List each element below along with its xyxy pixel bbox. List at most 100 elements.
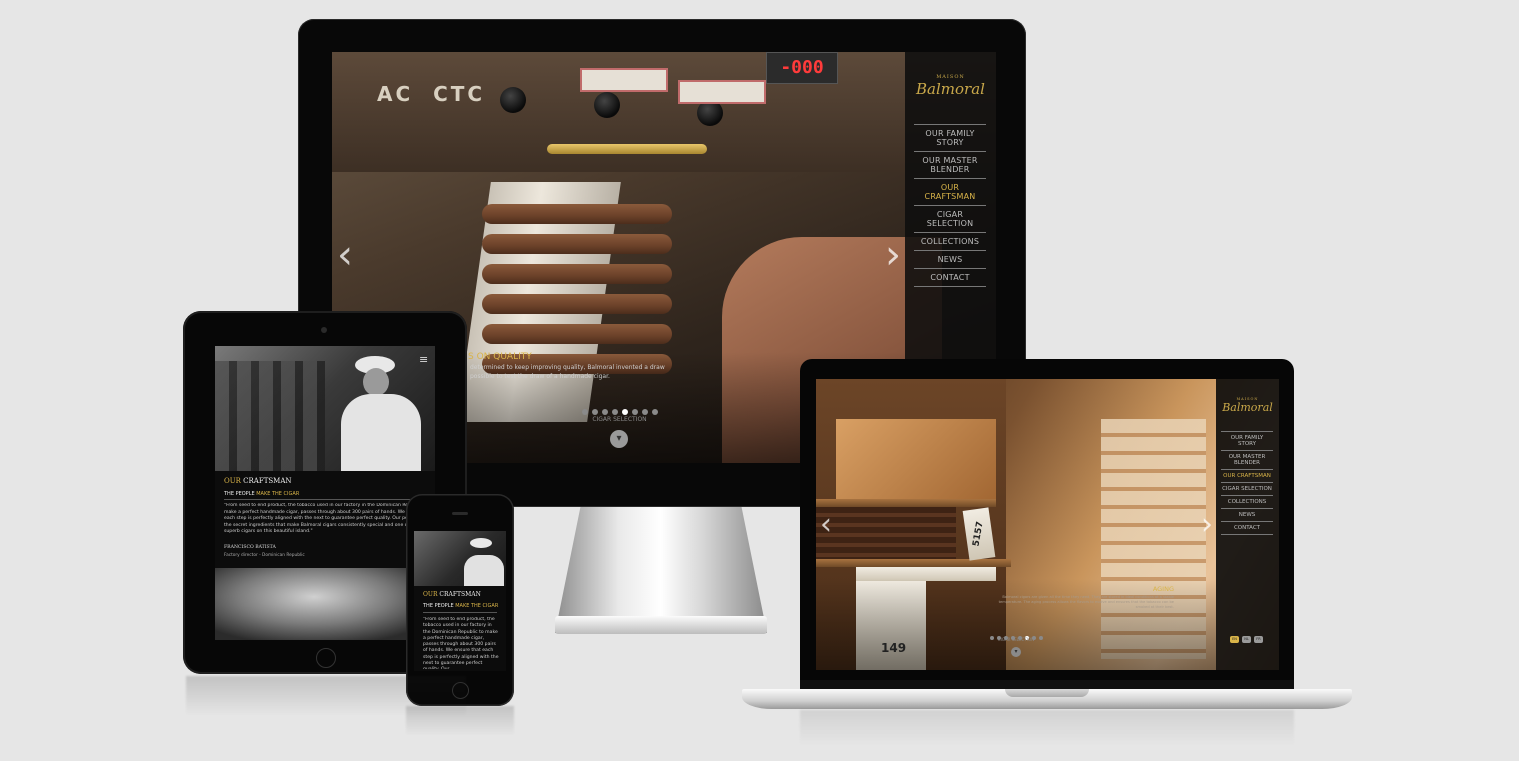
hamburger-icon[interactable]: ≡ [419,353,428,366]
slide-dot[interactable] [582,409,588,415]
subheading-gold: MAKE THE CIGAR [256,491,300,497]
language-switch: EN NL FR [1230,625,1266,644]
slide-dot[interactable] [652,409,658,415]
section-heading: OUR CRAFTSMAN [224,477,292,485]
shelf [816,499,996,507]
tablet-home-button[interactable] [316,648,336,668]
laptop-screen: 5157 149 ‹ › AGING Balmoral cigars are g… [816,379,1279,670]
nav-item-news[interactable]: NEWS [1221,508,1273,521]
prev-arrow[interactable]: ‹ [337,232,353,278]
laptop-sidebar: MAISON Balmoral OUR FAMILY STORY OUR MAST… [1216,379,1279,670]
phone-subheading-white: THE PEOPLE [423,603,454,609]
language-option[interactable]: FR [1254,636,1263,643]
sub-heading: THE PEOPLE MAKE THE CIGAR [224,491,299,497]
nav-item-contact[interactable]: CONTACT [914,268,986,287]
arches [215,361,325,471]
cigar [482,294,672,314]
scroll-label[interactable]: CIGAR SELECTION [562,416,677,423]
nav-item-our-family-story[interactable]: OUR FAMILY STORY [1221,431,1273,450]
cigar [482,264,672,284]
slide-dot[interactable] [592,409,598,415]
nav-item-collections[interactable]: COLLECTIONS [1221,495,1273,508]
laptop-nav: OUR FAMILY STORY OUR MASTER BLENDER OUR CR… [1221,431,1273,535]
nav-item-contact[interactable]: CONTACT [1221,521,1273,535]
panel-marking: AC CTC [377,82,486,106]
phone-heading-gold: OUR [423,591,438,598]
craftsman-photo [215,346,435,471]
laptop-reflection [800,710,1294,746]
prev-arrow[interactable]: ‹ [820,507,832,542]
shirt [464,555,504,586]
brass-rod [547,144,707,154]
slide-caption-text-2: possible to test the draw of a handmade … [470,373,610,380]
phone-speaker [452,512,468,515]
brand-logo[interactable]: MAISON Balmoral [905,74,996,98]
slide-caption-title: AGING [1152,585,1174,593]
heading-white: CRAFTSMAN [243,477,292,485]
phone-reflection [406,706,514,736]
nav-item-collections[interactable]: COLLECTIONS [914,232,986,250]
slide-caption-title: S ON QUALITY [468,352,532,362]
heading-gold: OUR [224,477,241,485]
nav-item-cigar-selection[interactable]: CIGAR SELECTION [914,205,986,232]
cigar [482,234,672,254]
nav-item-our-craftsman[interactable]: OUR CRAFTSMAN [1221,469,1273,482]
scroll-down-icon[interactable]: ▾ [610,430,628,448]
lcd-readout: -000 [766,52,838,84]
logo-main: Balmoral [1222,401,1273,414]
slide-dot[interactable] [642,409,648,415]
divider [224,499,424,500]
next-arrow[interactable]: › [1201,507,1213,542]
language-option[interactable]: NL [1242,636,1251,643]
label-plate [580,68,668,92]
phone-screen: OUR CRAFTSMAN THE PEOPLE MAKE THE CIGAR … [414,531,506,671]
laptop-notch [1005,689,1089,697]
scroll-label[interactable]: CIGAR SELECTION [981,637,1051,642]
face [363,368,389,396]
phone-quote: "From seed to end product, the tobacco u… [423,617,499,669]
slide-dot[interactable] [622,409,628,415]
knob [594,92,620,118]
shirt [341,394,421,471]
brand-logo[interactable]: MAISON Balmoral [1216,397,1279,414]
hat [470,538,492,548]
nav-item-cigar-selection[interactable]: CIGAR SELECTION [1221,482,1273,495]
subheading-white: THE PEOPLE [224,491,255,497]
cigar [482,204,672,224]
slide-dot[interactable] [632,409,638,415]
monitor-base [555,616,767,634]
phone-heading: OUR CRAFTSMAN [423,591,481,598]
tablet-screen: ≡ OUR CRAFTSMAN THE PEOPLE MAKE THE CIGA… [215,346,435,640]
wooden-crate [836,419,996,499]
nav-item-our-master-blender[interactable]: OUR MASTER BLENDER [914,151,986,178]
shelf [816,559,1011,567]
craftsman-quote: "From seed to end product, the tobacco u… [224,503,424,534]
slide-dot[interactable] [612,409,618,415]
craftsman-photo-small [414,531,506,586]
knob [500,87,526,113]
phone-heading-white: CRAFTSMAN [439,591,481,598]
nav-item-our-master-blender[interactable]: OUR MASTER BLENDER [1221,450,1273,469]
smoke-photo [215,568,435,640]
label-plate [678,80,766,104]
nav-item-our-craftsman[interactable]: OUR CRAFTSMAN [914,178,986,205]
language-option[interactable]: EN [1230,636,1239,643]
nav-item-news[interactable]: NEWS [914,250,986,268]
monitor-stand [555,507,767,633]
person-name: FRANCISCO BATISTA [224,545,276,550]
cigar [482,324,672,344]
slide-caption-text: determined to keep improving quality, Ba… [470,364,665,371]
phone-subheading-gold: MAKE THE CIGAR [455,603,499,609]
person-role: Factory director - Dominican Republic [224,553,305,558]
nav-item-our-family-story[interactable]: OUR FAMILY STORY [914,124,986,151]
cigar-bundles [816,507,956,559]
tablet-camera [321,327,327,333]
next-arrow[interactable]: › [885,232,901,278]
divider [423,612,497,613]
slide-dot[interactable] [602,409,608,415]
slide-caption-text: Balmoral cigars are given all the time t… [998,595,1174,609]
scroll-down-icon[interactable]: ▾ [1011,647,1021,657]
laptop-bezel-bottom [800,680,1294,689]
desktop-nav: OUR FAMILY STORY OUR MASTER BLENDER OUR CR… [914,124,986,287]
phone-subheading: THE PEOPLE MAKE THE CIGAR [423,603,498,609]
